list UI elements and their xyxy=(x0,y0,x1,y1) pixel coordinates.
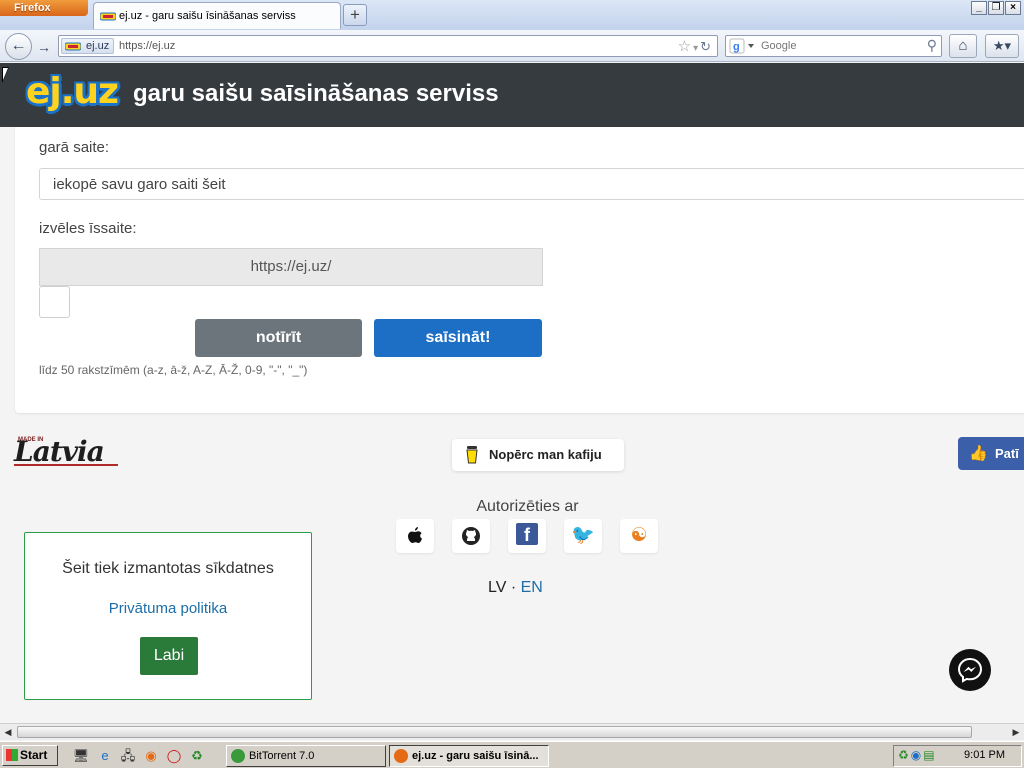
long-url-label: garā saite: xyxy=(39,139,110,156)
system-tray: ♻◉▤ 9:01 PM xyxy=(893,745,1022,767)
tray-network-icon[interactable]: ◉ xyxy=(911,748,923,762)
shorten-button[interactable]: saīsināt! xyxy=(374,319,542,357)
site-logo[interactable]: ej.uz xyxy=(26,71,125,113)
tab-title: ej.uz - garu saišu īsināšanas serviss xyxy=(119,10,296,22)
bookmarks-icon: ★▾ xyxy=(992,38,1012,53)
shortener-form: garā saite: iekopē savu garo saiti šeit … xyxy=(15,127,1024,413)
back-arrow-icon: ← xyxy=(10,37,27,54)
clear-button[interactable]: notīrīt xyxy=(195,319,362,357)
apple-login-button[interactable] xyxy=(396,519,434,553)
twitter-login-button[interactable]: 🐦 xyxy=(564,519,602,553)
ejuz-favicon-icon xyxy=(65,42,81,51)
bittorrent-icon xyxy=(231,749,245,763)
alias-input[interactable] xyxy=(39,286,70,318)
alias-prefix: https://ej.uz/ xyxy=(39,248,543,286)
start-button[interactable]: Start xyxy=(2,745,58,766)
long-url-input[interactable]: iekopē savu garo saiti šeit xyxy=(39,168,1024,200)
forward-arrow-icon: → xyxy=(37,39,51,55)
coffee-cup-icon xyxy=(466,446,478,464)
search-box[interactable]: g Google ⚲ xyxy=(725,35,942,57)
windows-taskbar: Start 🖥 e 🖧 ◉ ◯ ♻ BitTorrent 7.0 ej.uz -… xyxy=(0,741,1024,768)
made-in-latvia-logo[interactable]: MADE IN Latvia xyxy=(14,435,118,468)
bookmark-star-icon[interactable]: ☆ xyxy=(678,38,693,55)
horizontal-scrollbar[interactable]: ◀ ▶ xyxy=(0,723,1024,740)
privacy-policy-link[interactable]: Privātuma politika xyxy=(25,600,311,617)
browser-tab[interactable]: ej.uz - garu saišu īsināšanas serviss xyxy=(93,2,341,29)
scroll-left-icon[interactable]: ◀ xyxy=(0,724,16,740)
like-label: Patī xyxy=(995,446,1019,461)
language-switcher: LV · EN xyxy=(488,579,543,596)
alias-hint: līdz 50 rakstzīmēm (a-z, ā-ž, A-Z, Ā-Ž, … xyxy=(39,363,308,377)
home-icon: ⌂ xyxy=(958,37,968,54)
facebook-login-button[interactable]: f xyxy=(508,519,546,553)
buy-coffee-button[interactable]: Nopērc man kafiju xyxy=(452,439,624,471)
facebook-like-button[interactable]: 👍 Patī xyxy=(958,437,1024,470)
back-button[interactable]: ← xyxy=(5,33,32,60)
site-identity-button[interactable]: ej.uz xyxy=(61,38,115,54)
svg-text:g: g xyxy=(733,41,740,53)
messenger-chat-button[interactable] xyxy=(949,649,991,691)
search-icon[interactable]: ⚲ xyxy=(927,37,937,54)
restore-button[interactable]: ❐ xyxy=(988,1,1004,15)
firefox-icon xyxy=(394,749,408,763)
network-icon[interactable]: 🖧 xyxy=(119,747,137,765)
auth-title: Autorizēties ar xyxy=(476,498,579,515)
site-header: ej.uz garu saišu saīsināšanas serviss xyxy=(0,63,1024,127)
github-login-button[interactable] xyxy=(452,519,490,553)
ejuz-favicon-icon xyxy=(100,12,116,21)
buy-coffee-label: Nopērc man kafiju xyxy=(489,447,602,462)
taskbar-item-bittorrent[interactable]: BitTorrent 7.0 xyxy=(226,745,386,767)
alias-label: izvēles īssaite: xyxy=(39,220,137,237)
show-desktop-icon[interactable]: 🖥 xyxy=(72,747,90,765)
cookie-text: Šeit tiek izmantotas sīkdatnes xyxy=(62,560,274,577)
lang-lv-link[interactable]: LV xyxy=(488,579,506,596)
apple-icon xyxy=(408,527,422,543)
url-text[interactable]: https://ej.uz xyxy=(119,40,175,52)
cookie-ok-button[interactable]: Labi xyxy=(140,637,198,675)
reload-icon[interactable]: ↻ xyxy=(700,39,713,54)
bookmarks-button[interactable]: ★▾ xyxy=(985,34,1019,58)
messenger-icon xyxy=(957,657,983,683)
minimize-button[interactable]: _ xyxy=(971,1,987,15)
facebook-icon: f xyxy=(516,523,538,545)
thumbs-up-icon: 👍 xyxy=(969,445,988,462)
browser-navbar: ← → ej.uz https://ej.uz ☆▾↻ g Google ⚲ ⌂… xyxy=(0,30,1024,62)
page-viewport: ej.uz garu saišu saīsināšanas serviss ga… xyxy=(0,63,1024,723)
forward-button[interactable]: → xyxy=(34,38,54,56)
lang-en-link[interactable]: EN xyxy=(521,579,543,596)
tray-app-icon[interactable]: ♻ xyxy=(898,748,911,762)
site-title: garu saišu saīsināšanas serviss xyxy=(133,80,499,107)
internet-explorer-icon[interactable]: e xyxy=(96,747,114,765)
draugiem-icon: ☯ xyxy=(630,525,648,546)
google-icon[interactable]: g xyxy=(729,38,755,54)
github-icon xyxy=(462,527,480,545)
firefox-icon[interactable]: ◉ xyxy=(142,747,160,765)
opera-icon[interactable]: ◯ xyxy=(165,747,183,765)
tray-security-icon[interactable]: ▤ xyxy=(923,748,936,762)
taskbar-item-firefox[interactable]: ej.uz - garu saišu īsinā... xyxy=(389,745,549,767)
bittorrent-quicklaunch-icon[interactable]: ♻ xyxy=(188,747,206,765)
url-bar[interactable]: ej.uz https://ej.uz ☆▾↻ xyxy=(58,35,718,57)
firefox-menu-button[interactable]: Firefox xyxy=(0,0,88,16)
site-identity-label: ej.uz xyxy=(86,40,110,52)
windows-logo-icon xyxy=(6,749,18,761)
browser-titlebar: Firefox ej.uz - garu saišu īsināšanas se… xyxy=(0,0,1024,30)
scrollbar-thumb[interactable] xyxy=(17,726,972,738)
close-window-button[interactable]: × xyxy=(1005,1,1021,15)
mouse-cursor-icon xyxy=(2,67,9,83)
twitter-icon: 🐦 xyxy=(571,525,595,546)
search-input[interactable]: Google xyxy=(761,40,796,52)
scroll-right-icon[interactable]: ▶ xyxy=(1008,724,1024,740)
draugiem-login-button[interactable]: ☯ xyxy=(620,519,658,553)
cookie-notice: Šeit tiek izmantotas sīkdatnes Privātuma… xyxy=(24,532,312,700)
home-button[interactable]: ⌂ xyxy=(949,34,977,58)
clock: 9:01 PM xyxy=(964,749,1005,761)
new-tab-button[interactable]: + xyxy=(343,4,367,26)
